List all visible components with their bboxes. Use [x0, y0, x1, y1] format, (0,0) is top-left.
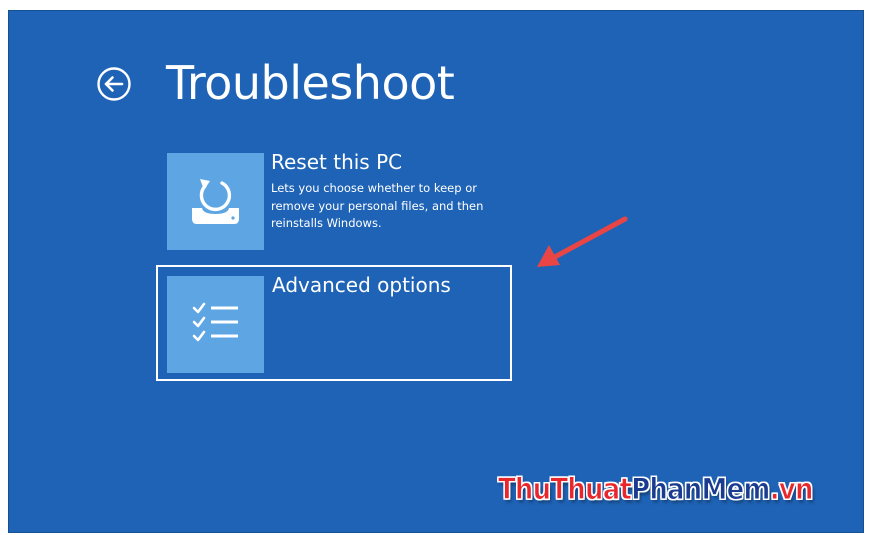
back-arrow-icon — [97, 67, 131, 101]
red-arrow-pointer — [537, 216, 628, 267]
advanced-options-title: Advanced options — [272, 273, 451, 297]
reset-this-pc-title: Reset this PC — [271, 150, 403, 174]
reset-pc-icon — [167, 153, 264, 250]
page-title: Troubleshoot — [166, 56, 455, 110]
reset-this-pc-option[interactable]: Reset this PC Lets you choose whether to… — [157, 147, 513, 263]
watermark: ThuThuatPhanMem.vn — [497, 471, 814, 509]
recovery-screen: Troubleshoot Reset this PC Lets you choo… — [8, 10, 864, 533]
advanced-options-option[interactable]: Advanced options — [156, 265, 512, 381]
back-button[interactable] — [97, 67, 131, 101]
watermark-part3: .vn — [769, 473, 814, 508]
watermark-part1: ThuThuat — [497, 473, 632, 508]
checklist-icon — [167, 276, 264, 373]
reset-this-pc-description: Lets you choose whether to keep or remov… — [271, 181, 484, 230]
watermark-part2: PhanMem — [631, 473, 771, 508]
